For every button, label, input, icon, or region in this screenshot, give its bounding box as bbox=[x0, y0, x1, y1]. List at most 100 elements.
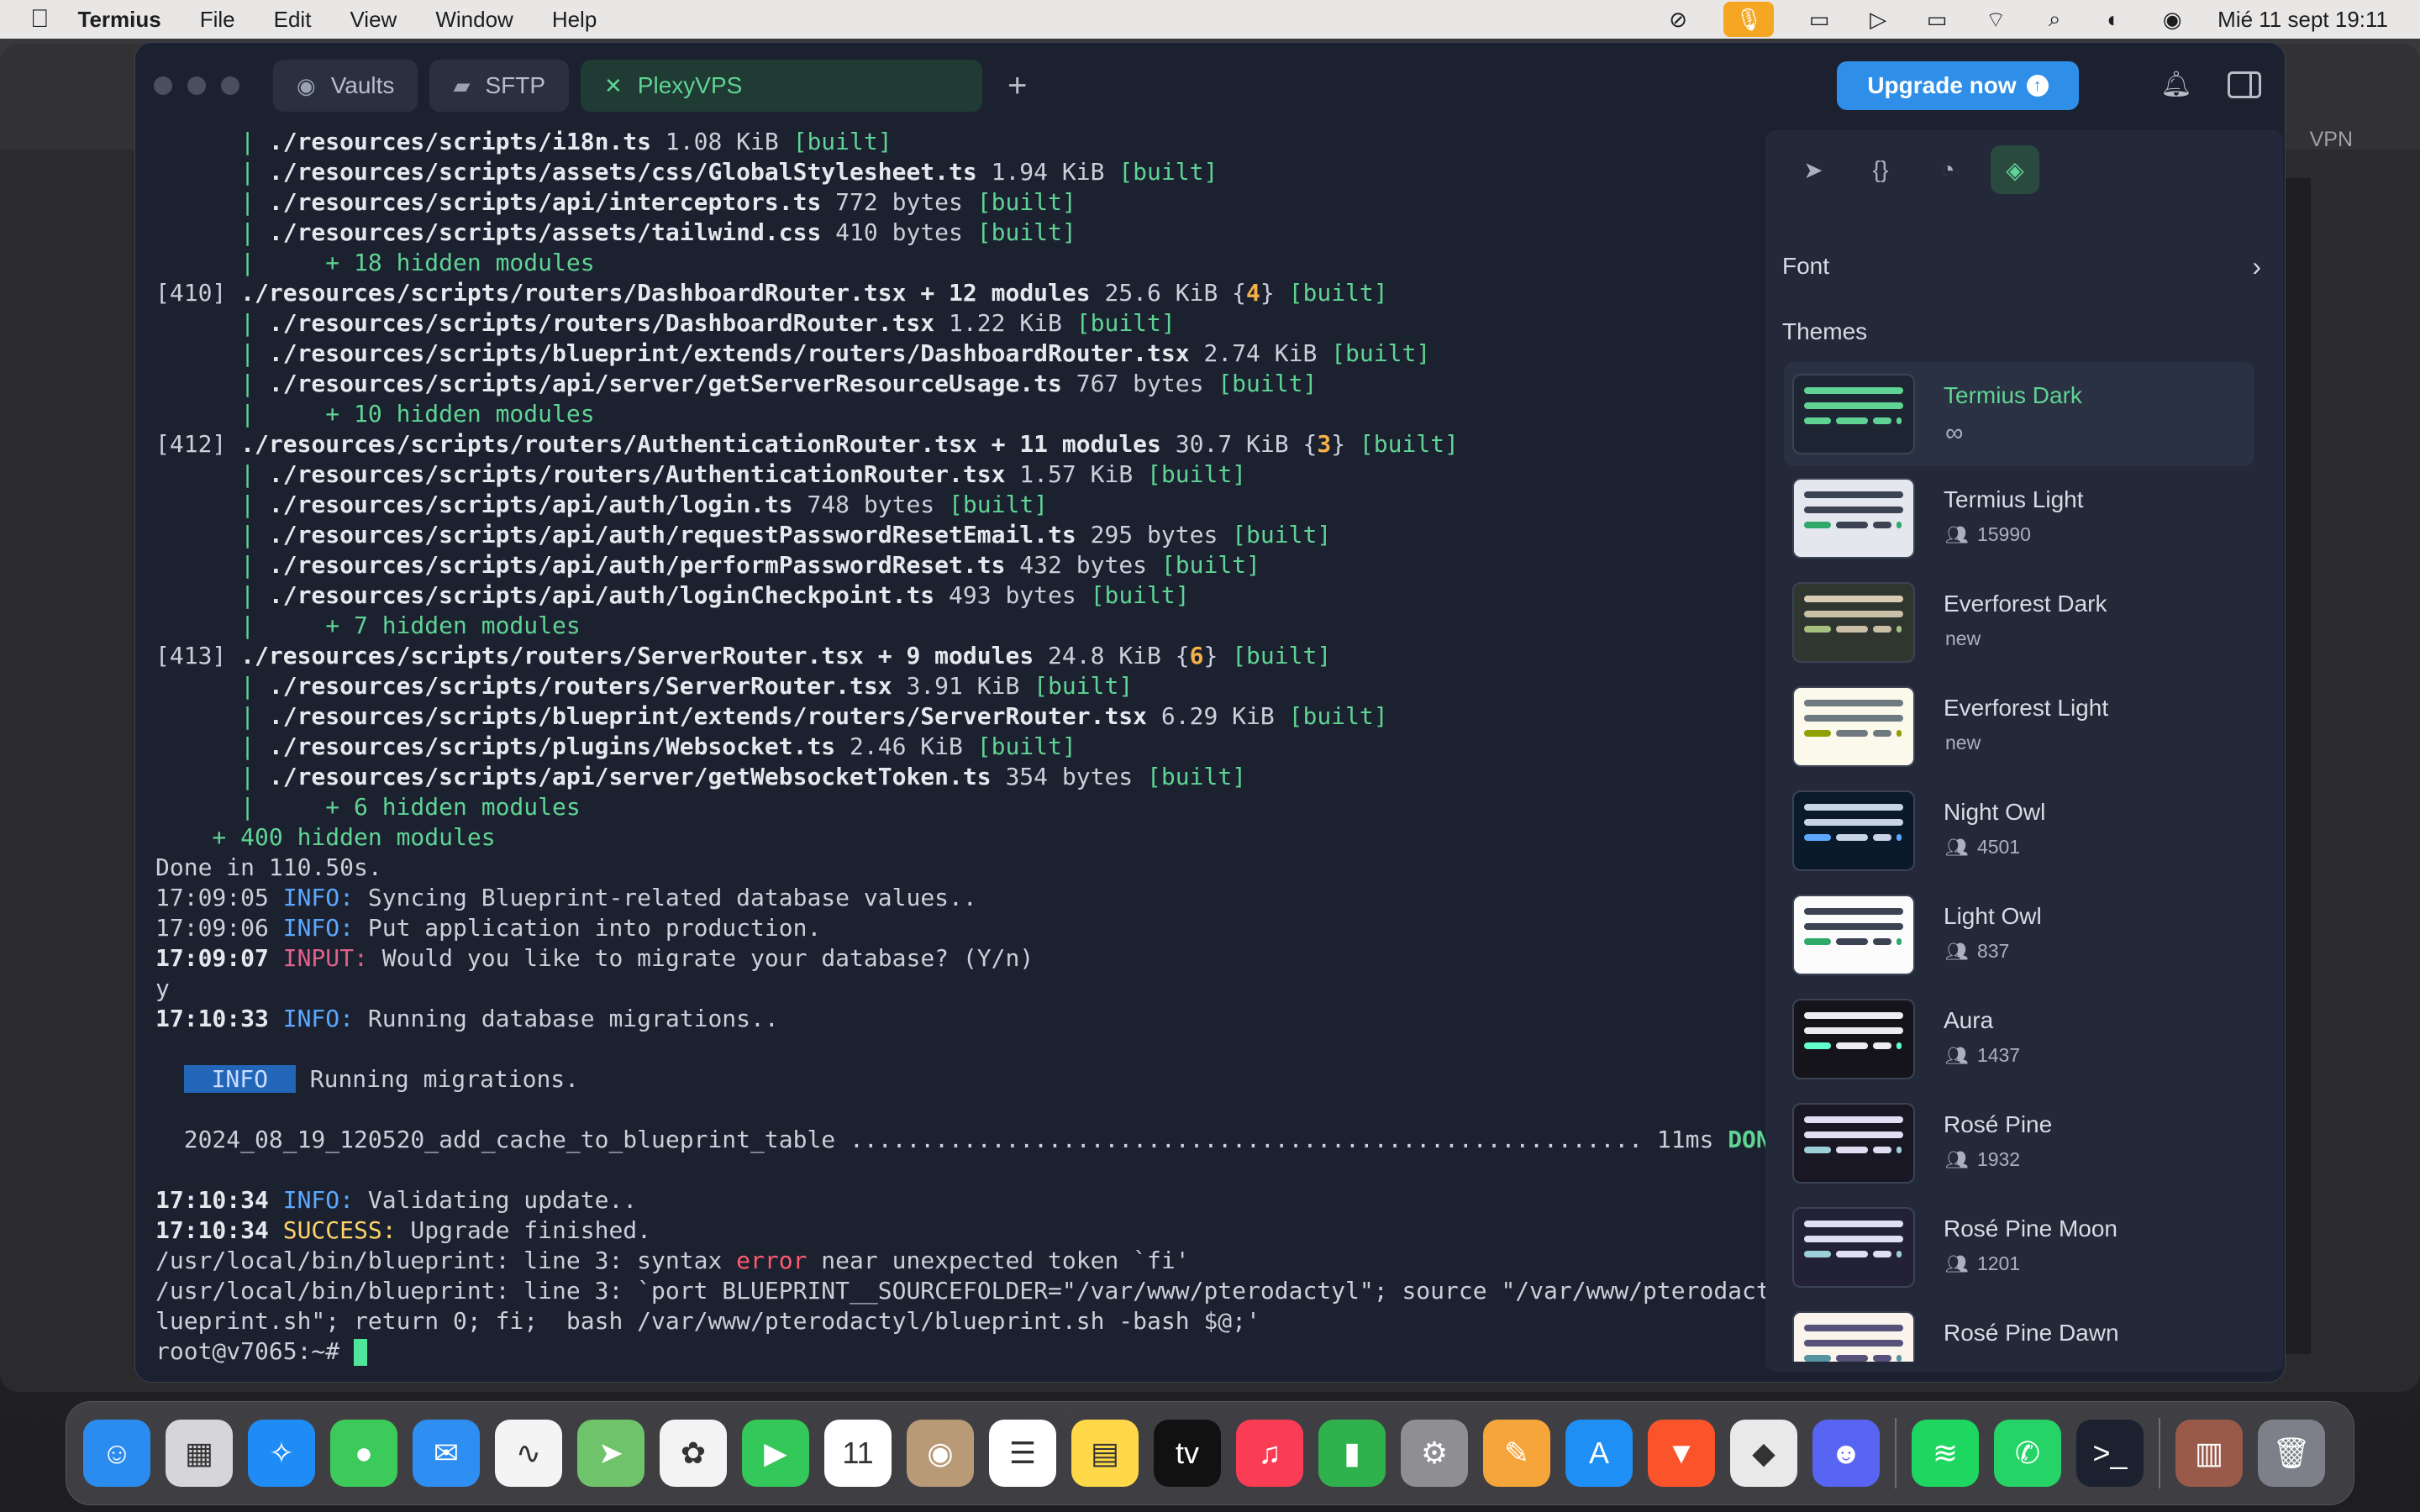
menu-file[interactable]: File bbox=[200, 7, 235, 33]
theme-meta-value: new bbox=[1945, 732, 1981, 753]
terminal-text: | bbox=[155, 581, 269, 609]
menu-edit[interactable]: Edit bbox=[274, 7, 312, 33]
maps-icon[interactable]: ➤ bbox=[577, 1420, 644, 1487]
roblox-icon[interactable]: ◆ bbox=[1730, 1420, 1797, 1487]
spotlight-search-icon[interactable]: ⌕ bbox=[2041, 6, 2068, 31]
terminal-text: | bbox=[155, 521, 269, 549]
menu-app-name[interactable]: Termius bbox=[78, 7, 161, 33]
reminders-icon[interactable]: ☰ bbox=[989, 1420, 1056, 1487]
terminal-text: INFO: bbox=[282, 914, 355, 942]
terminal-line: 17:09:06 INFO: Put application into prod… bbox=[155, 913, 1895, 943]
photos-icon[interactable]: ✿ bbox=[660, 1420, 727, 1487]
battery-icon[interactable]: ▭ bbox=[1923, 7, 1950, 32]
safari-icon[interactable]: ✧ bbox=[248, 1420, 315, 1487]
minimize-window-button[interactable] bbox=[187, 76, 206, 95]
terminal-text: INFO bbox=[183, 1065, 296, 1093]
finder-icon[interactable]: ☺ bbox=[83, 1420, 150, 1487]
numbers-icon[interactable]: ▮ bbox=[1318, 1420, 1386, 1487]
zoom-window-button[interactable] bbox=[221, 76, 239, 95]
terminal-text: | bbox=[155, 702, 269, 730]
font-setting-row[interactable]: Font › bbox=[1782, 241, 2261, 291]
menu-help[interactable]: Help bbox=[552, 7, 597, 33]
vpn-button[interactable]: VPN bbox=[2310, 128, 2353, 152]
terminal-output[interactable]: | ./resources/scripts/i18n.ts 1.08 KiB [… bbox=[155, 127, 1895, 1378]
launchpad-icon[interactable]: ▦ bbox=[166, 1420, 233, 1487]
mail-icon[interactable]: ✉ bbox=[413, 1420, 480, 1487]
theme-item[interactable]: Everforest Light new bbox=[1784, 675, 2254, 779]
theme-item[interactable]: Rosé Pine 👥︎ 1932 bbox=[1784, 1091, 2254, 1195]
theme-meta: 👥︎ 4501 bbox=[1945, 836, 2020, 858]
apple-tv-icon[interactable]: tv bbox=[1154, 1420, 1221, 1487]
upgrade-button[interactable]: Upgrade now ↑ bbox=[1837, 61, 2079, 110]
menu-window[interactable]: Window bbox=[435, 7, 513, 33]
trash-icon[interactable]: 🗑 bbox=[2258, 1420, 2325, 1487]
screen-mirroring-icon[interactable]: ▭ bbox=[1806, 7, 1833, 32]
control-center-icon[interactable]: ◐ bbox=[2100, 7, 2127, 32]
microphone-icon[interactable]: 🎙 bbox=[1723, 2, 1775, 37]
history-icon[interactable]: ◔ bbox=[1923, 145, 1972, 194]
whatsapp-icon[interactable]: ✆ bbox=[1994, 1420, 2061, 1487]
wifi-icon[interactable]: ⌔ bbox=[1982, 7, 2009, 32]
apple-menu-icon[interactable]:  bbox=[30, 5, 50, 34]
upgrade-label: Upgrade now bbox=[1867, 72, 2017, 98]
theme-item[interactable]: Everforest Dark new bbox=[1784, 570, 2254, 675]
menu-clock[interactable]: Mié 11 sept 19:11 bbox=[2217, 7, 2388, 33]
theme-item[interactable]: Termius Dark ∞ bbox=[1784, 362, 2254, 466]
terminal-text: [built] bbox=[949, 491, 1049, 518]
toggle-sidebar-icon[interactable] bbox=[2228, 71, 2261, 98]
braces-icon[interactable]: {} bbox=[1856, 145, 1905, 194]
now-playing-icon[interactable]: ▷ bbox=[1865, 7, 1891, 32]
messages-icon[interactable]: ● bbox=[330, 1420, 397, 1487]
terminal-line: 17:10:33 INFO: Running database migratio… bbox=[155, 1004, 1895, 1034]
theme-item[interactable]: Night Owl 👥︎ 4501 bbox=[1784, 779, 2254, 883]
terminal-text: ./resources/scripts/routers/DashboardRou… bbox=[240, 279, 1091, 307]
app-store-icon[interactable]: A bbox=[1565, 1420, 1633, 1487]
palette-icon[interactable]: ◈ bbox=[1991, 145, 2039, 194]
theme-list[interactable]: Termius Dark ∞ Termius Light 👥︎ 15990 Everfor… bbox=[1784, 362, 2254, 1362]
terminal-line: | ./resources/scripts/api/auth/loginChec… bbox=[155, 580, 1895, 611]
terminal-text: 17:10:34 bbox=[155, 1216, 283, 1244]
tab-vaults[interactable]: ◉ Vaults bbox=[273, 60, 418, 112]
terminal-line: /usr/local/bin/blueprint: line 3: `port … bbox=[155, 1276, 1895, 1306]
sync-off-icon[interactable]: ⊘ bbox=[1665, 7, 1691, 32]
freeform-icon[interactable]: ∿ bbox=[495, 1420, 562, 1487]
close-icon[interactable]: ✕ bbox=[604, 73, 623, 99]
close-window-button[interactable] bbox=[154, 76, 172, 95]
tab-label: PlexyVPS bbox=[637, 72, 743, 98]
discord-icon[interactable]: ☻ bbox=[1812, 1420, 1880, 1487]
spotify-icon[interactable]: ≋ bbox=[1912, 1420, 1979, 1487]
terminal-text: Done in 110.50s. bbox=[155, 853, 382, 881]
terminal-text: [built] bbox=[1218, 370, 1318, 397]
pages-icon[interactable]: ✎ bbox=[1483, 1420, 1550, 1487]
siri-icon[interactable]: ◉ bbox=[2159, 7, 2186, 32]
terminal-text: 25.6 KiB { bbox=[1090, 279, 1247, 307]
theme-item[interactable]: Aura 👥︎ 1437 bbox=[1784, 987, 2254, 1091]
menu-view[interactable]: View bbox=[350, 7, 397, 33]
system-settings-icon[interactable]: ⚙ bbox=[1401, 1420, 1468, 1487]
theme-item[interactable]: Termius Light 👥︎ 15990 bbox=[1784, 466, 2254, 570]
terminal-text: | + 10 hidden modules bbox=[155, 400, 595, 428]
snippets-icon[interactable]: ➤ bbox=[1789, 145, 1838, 194]
theme-item[interactable]: Light Owl 👥︎ 837 bbox=[1784, 883, 2254, 987]
new-tab-button[interactable]: + bbox=[1007, 67, 1027, 105]
dock: ☺ ▦ ✧ ● ✉ ∿ ➤ ✿ ▶ 11 ◉ ☰ ▤ tv ♫ ▮ ⚙ ✎ A ▼ ◆ ☻ ≋ ✆ >_ ▥ 🗑 bbox=[66, 1401, 2354, 1505]
recent-folder-icon[interactable]: ▥ bbox=[2175, 1420, 2243, 1487]
tab-plexyvps[interactable]: ✕ PlexyVPS bbox=[581, 60, 982, 112]
terminal-text: 3.91 KiB bbox=[892, 672, 1034, 700]
terminal-text: [built] bbox=[1331, 339, 1431, 367]
brave-icon[interactable]: ▼ bbox=[1648, 1420, 1715, 1487]
calendar-icon[interactable]: 11 bbox=[824, 1420, 892, 1487]
terminal-text: | bbox=[155, 551, 269, 579]
theme-item[interactable]: Rosé Pine Dawn bbox=[1784, 1299, 2254, 1362]
contacts-icon[interactable]: ◉ bbox=[907, 1420, 974, 1487]
tab-sftp[interactable]: ▰ SFTP bbox=[429, 60, 569, 112]
termius-icon[interactable]: >_ bbox=[2076, 1420, 2144, 1487]
panel-tabs: ➤ {} ◔ ◈ bbox=[1789, 145, 2039, 194]
facetime-icon[interactable]: ▶ bbox=[742, 1420, 809, 1487]
tab-label: Vaults bbox=[330, 72, 395, 98]
theme-item[interactable]: Rosé Pine Moon 👥︎ 1201 bbox=[1784, 1195, 2254, 1299]
theme-meta: 👥︎ 1437 bbox=[1945, 1044, 2020, 1067]
music-icon[interactable]: ♫ bbox=[1236, 1420, 1303, 1487]
bell-icon[interactable]: 🔔︎ bbox=[2160, 70, 2192, 99]
notes-icon[interactable]: ▤ bbox=[1071, 1420, 1139, 1487]
